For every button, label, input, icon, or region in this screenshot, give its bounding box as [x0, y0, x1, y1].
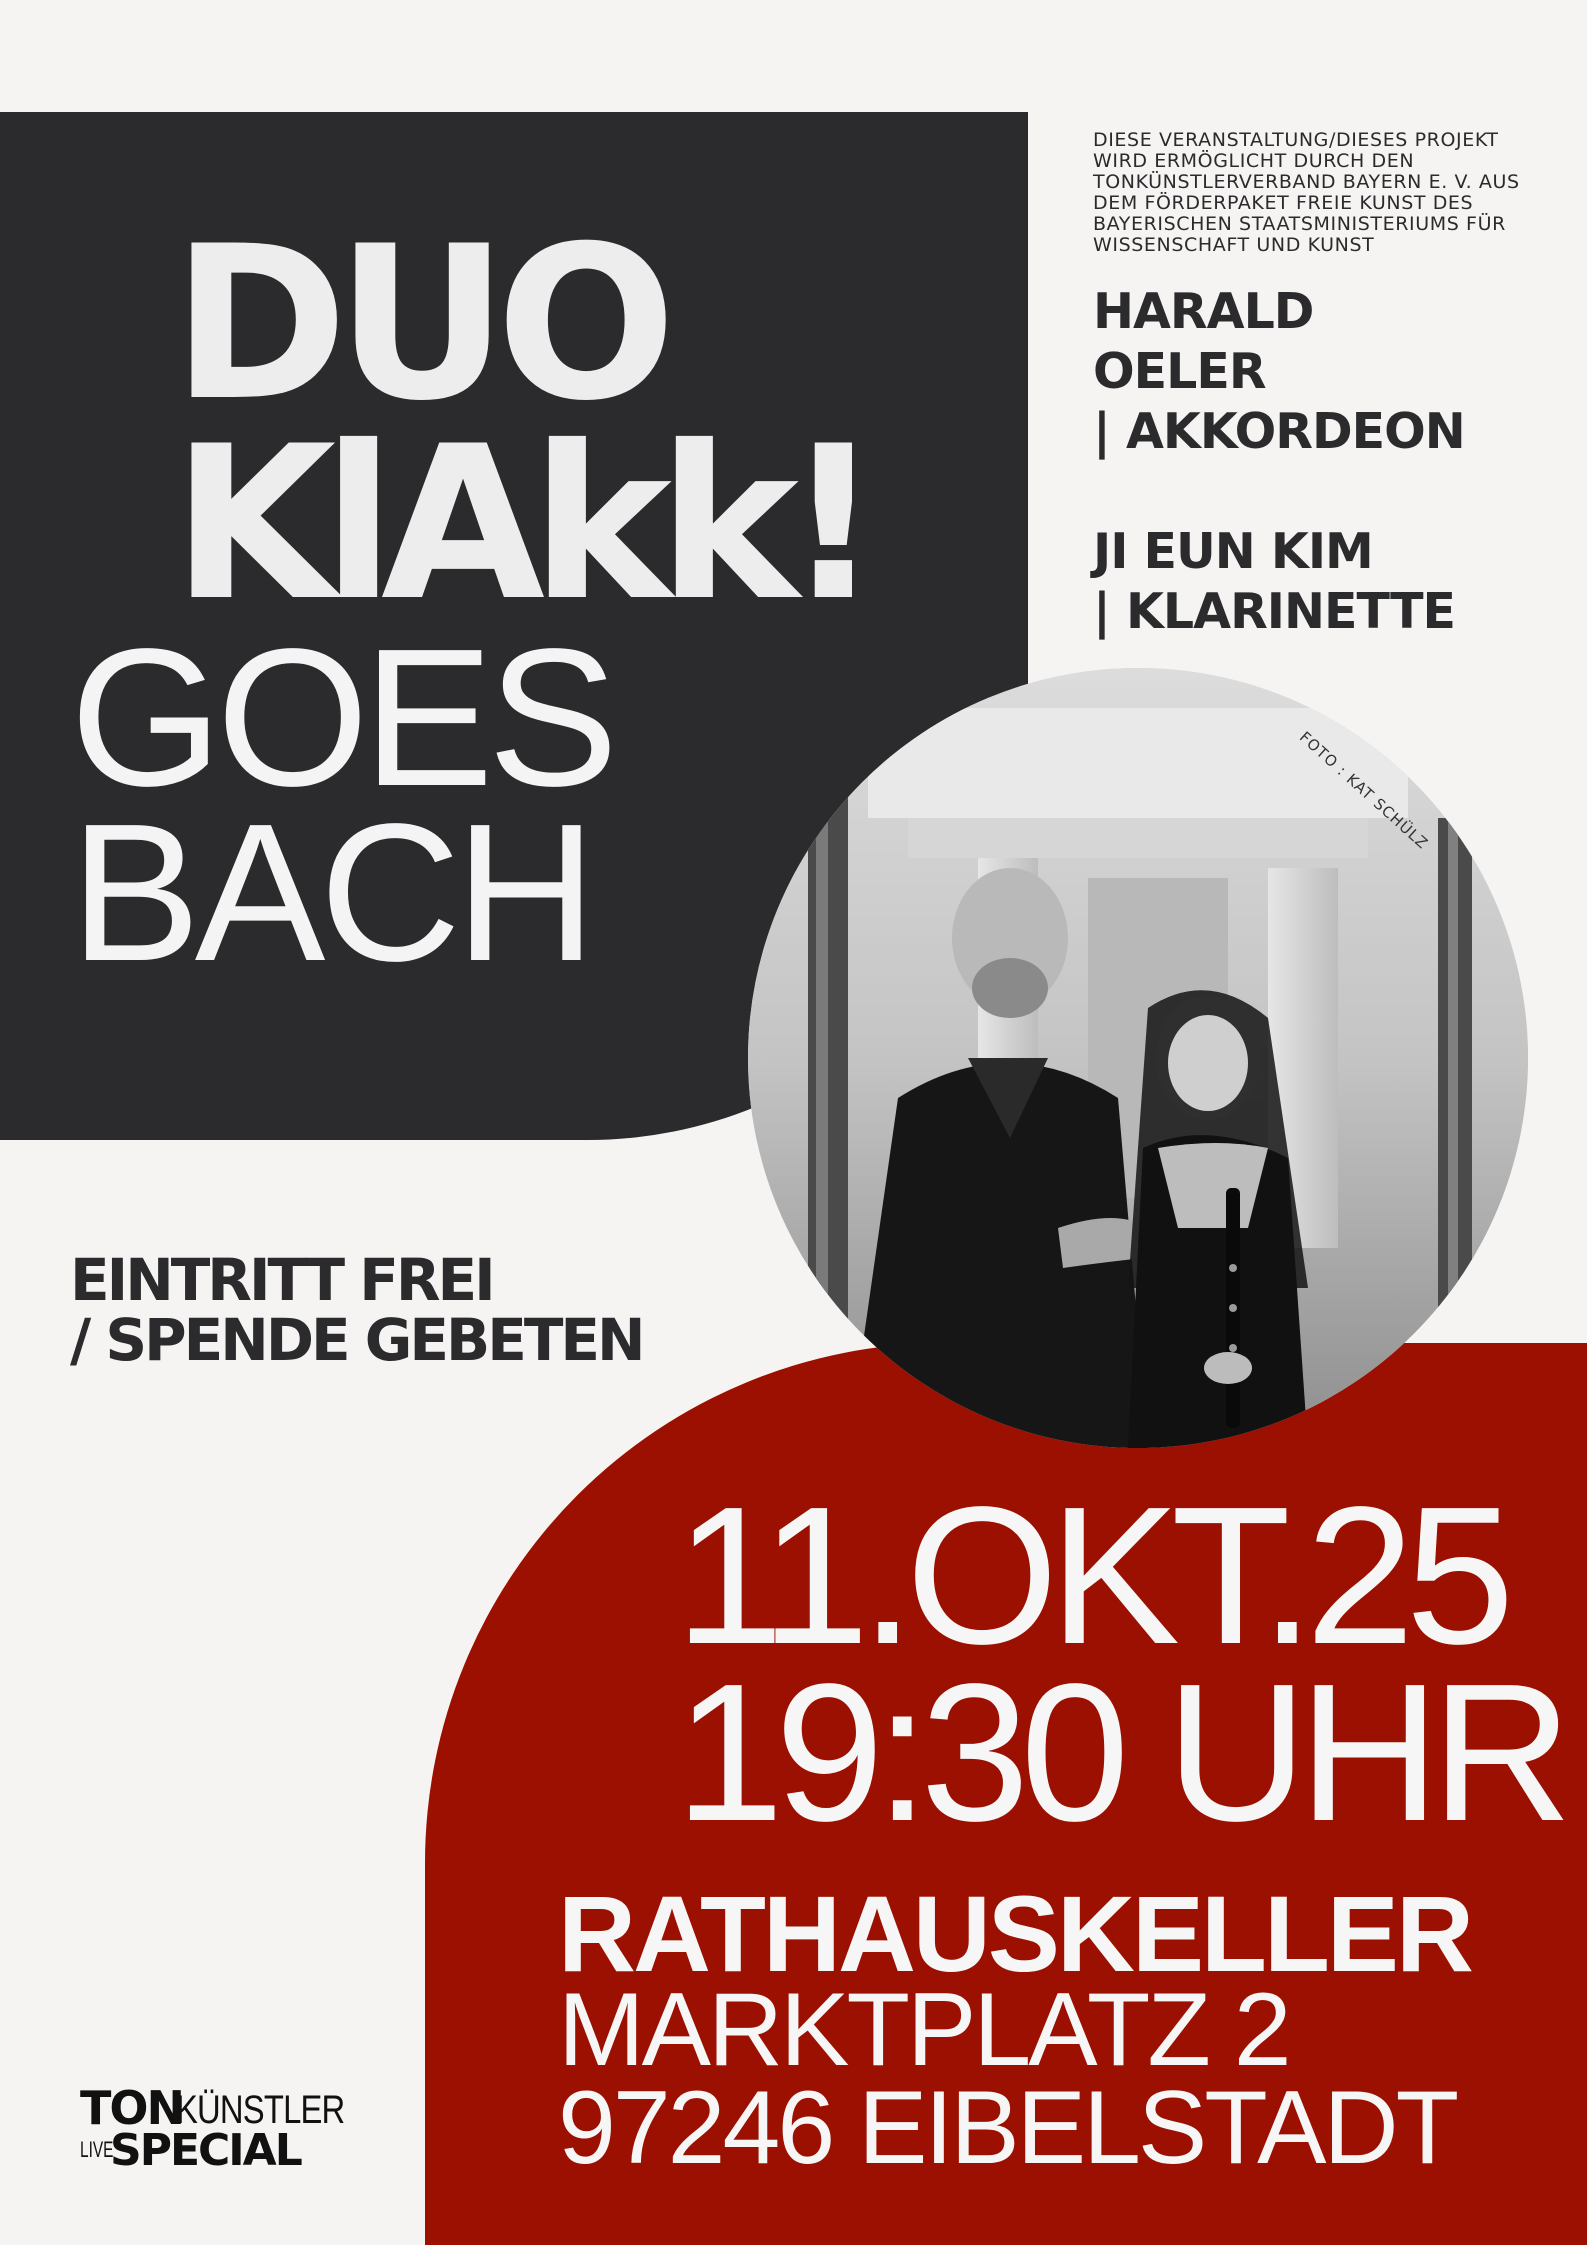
title-duo: DUO: [172, 200, 676, 447]
logo-special: SPECIAL: [110, 2125, 303, 2176]
artist-jieun-name: JI EUN KIM: [1093, 523, 1374, 580]
admission-free: EINTRITT FREI: [70, 1246, 496, 1314]
admission-info: EINTRITT FREI / SPENDE GEBETEN: [70, 1246, 646, 1374]
title-klakk: KlAkk!: [172, 400, 882, 647]
duo-photo: [748, 668, 1528, 1448]
admission-donation: / SPENDE GEBETEN: [70, 1306, 646, 1374]
poster: DUO KlAkk! GOES BACH DIESE VERANSTALTUNG…: [0, 0, 1587, 2245]
tonkuenstler-live-special-logo: TON KÜNSTLER LIVE SPECIAL: [80, 2085, 380, 2175]
logo-live: LIVE: [80, 2137, 114, 2162]
event-city: 97246 EIBELSTADT: [558, 2070, 1459, 2186]
duo-photo-illustration: [748, 668, 1528, 1448]
artist-list: HARALD OELER | AKKORDEON JI EUN KIM | KL…: [1093, 282, 1466, 642]
artist-harald-last-name: OELER: [1093, 343, 1267, 400]
event-street: MARKTPLATZ 2: [558, 1972, 1292, 2088]
funding-note: DIESE VERANSTALTUNG/DIESES PROJEKT WIRD …: [1093, 129, 1520, 256]
event-time: 19:30 UHR: [675, 1643, 1573, 1862]
artist-harald-instrument: | AKKORDEON: [1093, 403, 1466, 460]
title-bach: BACH: [70, 783, 597, 1002]
artist-jieun-instrument: | KLARINETTE: [1093, 583, 1456, 640]
artist-harald-first-name: HARALD: [1093, 283, 1314, 340]
